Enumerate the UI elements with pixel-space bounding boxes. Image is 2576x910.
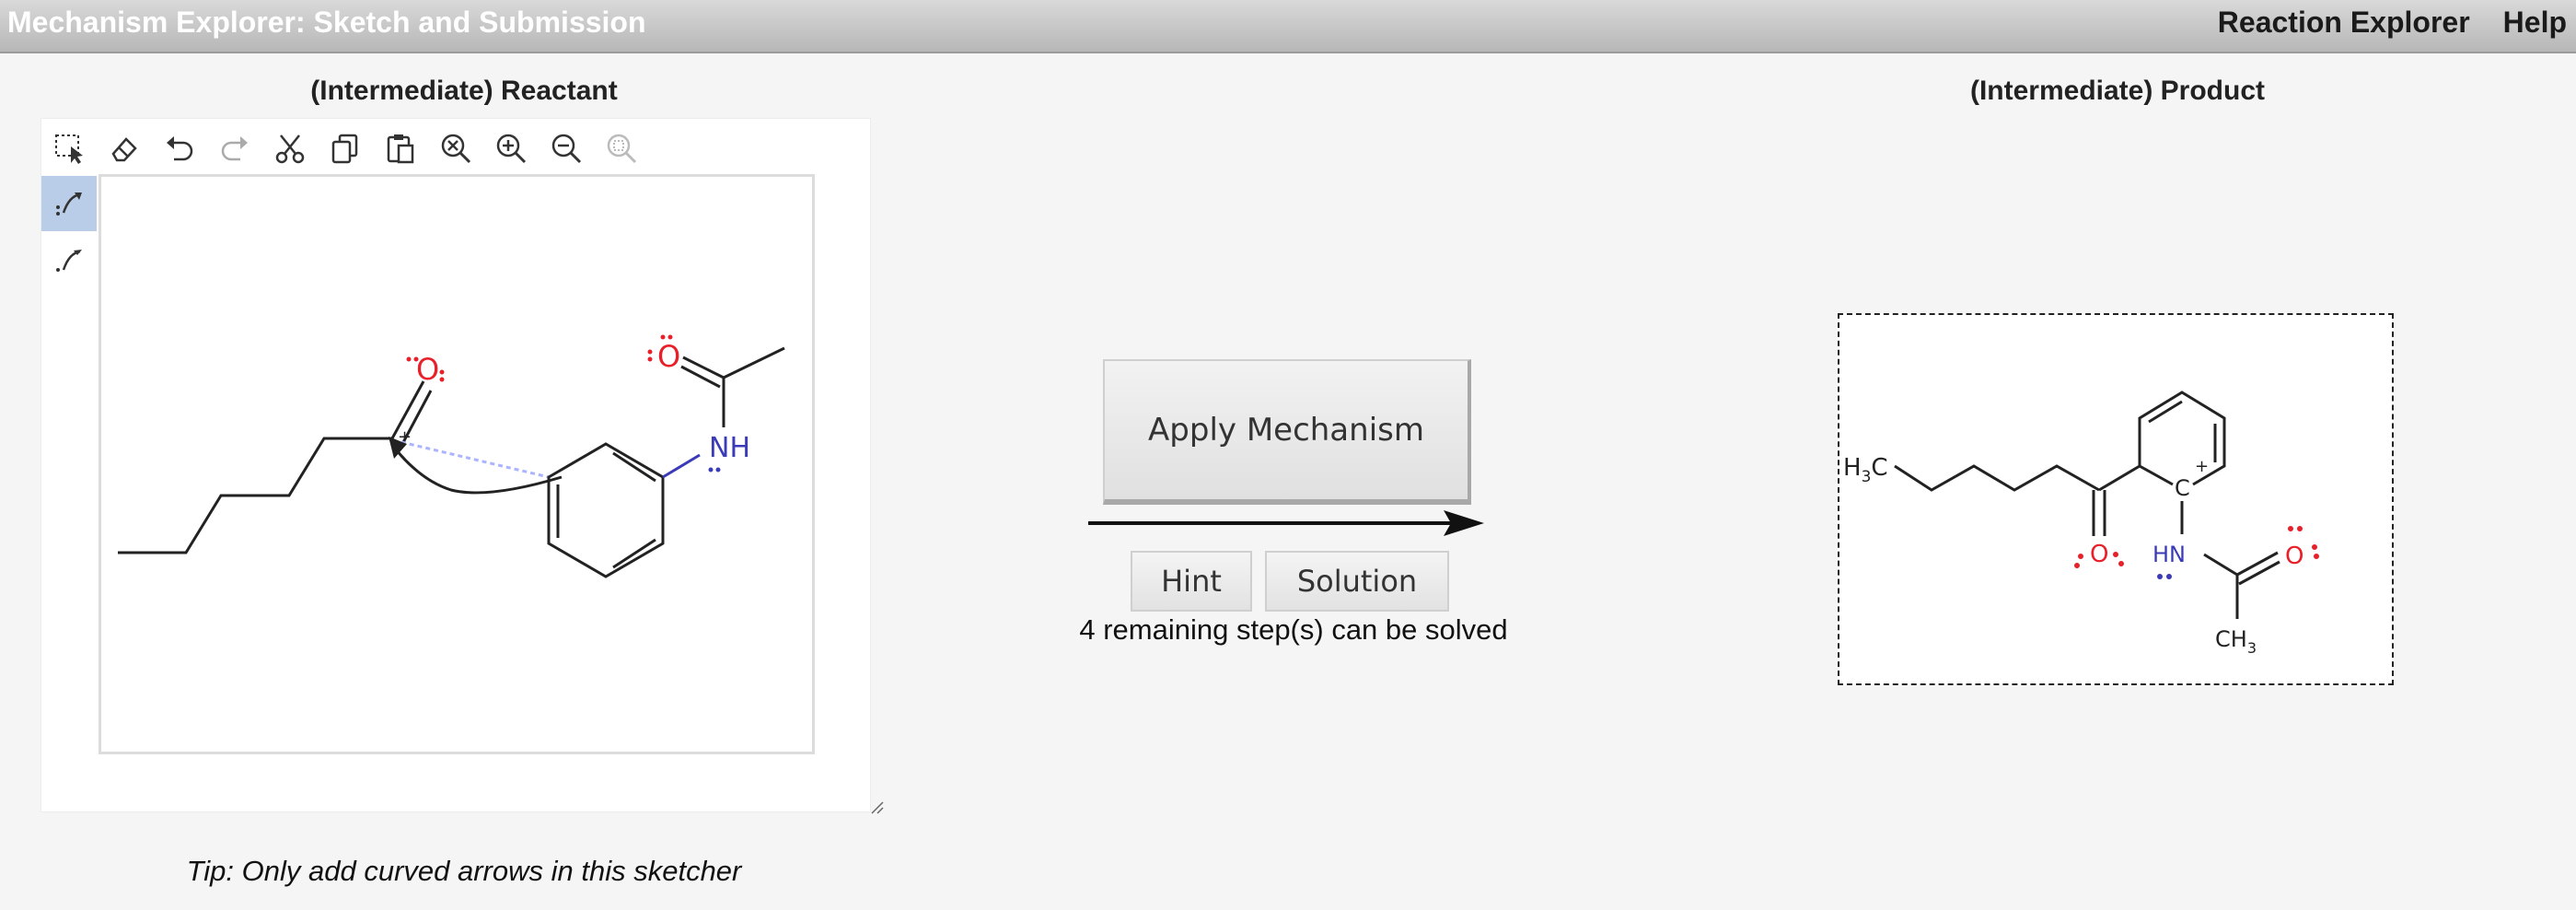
single-electron-arrow-icon[interactable] [41, 233, 97, 288]
reactant-title: (Intermediate) Reactant [310, 76, 618, 106]
svg-text:CH3: CH3 [2215, 626, 2257, 657]
svg-text:H3C: H3C [1843, 454, 1888, 486]
atom-oxygen-ketone: O [416, 352, 439, 387]
app-title: Mechanism Explorer: Sketch and Submissio… [7, 6, 646, 39]
apply-mechanism-button[interactable]: Apply Mechanism [1103, 359, 1471, 505]
product-carbocation: C [2175, 475, 2190, 501]
nav-help[interactable]: Help [2503, 4, 2567, 41]
nav-reaction-explorer[interactable]: Reaction Explorer [2218, 4, 2470, 41]
product-structure: H3C O C + HN O CH3 [1838, 313, 2394, 685]
redo-icon[interactable] [215, 128, 255, 169]
sketcher-tip: Tip: Only add curved arrows in this sket… [186, 855, 742, 887]
title-bar: Mechanism Explorer: Sketch and Submissio… [0, 0, 2576, 53]
reactant-sketcher[interactable]: O + NH O [41, 118, 884, 814]
product-oxygen-amide: O [2285, 542, 2303, 570]
zoom-in-icon[interactable] [491, 128, 531, 169]
product-molecule: H3C O C + HN O CH3 [1843, 391, 2319, 657]
svg-text:+: + [2195, 457, 2209, 476]
zoom-reset-icon[interactable] [435, 128, 476, 169]
undo-icon[interactable] [159, 128, 200, 169]
top-nav: Reaction Explorer Help [2218, 4, 2567, 41]
atom-oxygen-amide: O [657, 339, 680, 374]
resize-handle-icon[interactable] [870, 800, 885, 820]
electron-pair-arrow-icon[interactable] [41, 176, 97, 231]
solution-button[interactable]: Solution [1265, 551, 1449, 612]
sketcher-toolbar [41, 119, 870, 174]
copy-icon[interactable] [325, 128, 366, 169]
hint-button[interactable]: Hint [1131, 551, 1252, 612]
sketch-canvas[interactable]: O + NH O [99, 174, 815, 754]
reaction-arrow-icon [1088, 510, 1484, 536]
product-hn: HN [2152, 542, 2186, 567]
atom-nh: NH [709, 432, 750, 464]
zoom-out-icon[interactable] [546, 128, 586, 169]
product-title: (Intermediate) Product [1969, 76, 2266, 106]
select-icon[interactable] [49, 128, 89, 169]
sketcher-sidebar [41, 176, 97, 811]
paste-icon[interactable] [380, 128, 421, 169]
cut-icon[interactable] [270, 128, 310, 169]
remaining-steps: 4 remaining step(s) can be solved [1079, 613, 1508, 646]
product-oxygen-ketone: O [2090, 541, 2108, 568]
zoom-fit-icon[interactable] [601, 128, 642, 169]
reactant-molecule: O + NH O [118, 334, 785, 578]
eraser-icon[interactable] [104, 128, 145, 169]
